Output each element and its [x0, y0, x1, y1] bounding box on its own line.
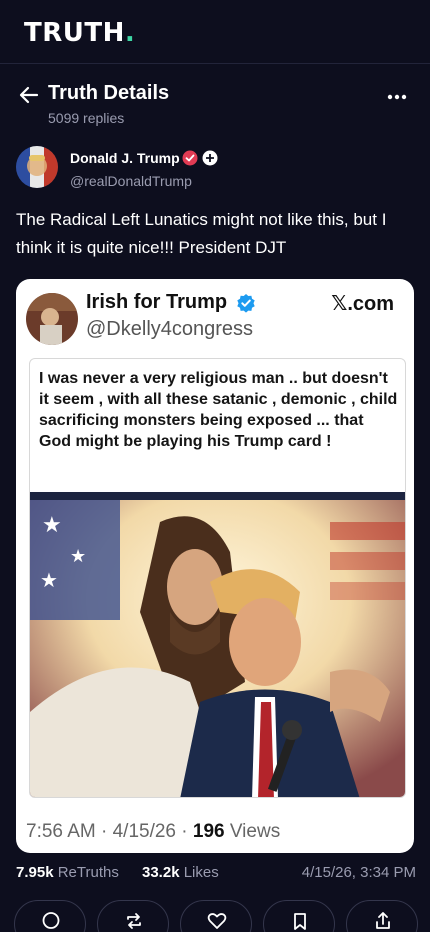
bookmark-icon: [294, 913, 306, 930]
post-author[interactable]: Donald J. Trump @realDonaldTrump: [16, 146, 416, 192]
embed-meta: 7:56 AM · 4/15/26 · 196 Views: [26, 821, 281, 842]
author-handle[interactable]: @realDonaldTrump: [70, 173, 192, 189]
truth-logo[interactable]: TRUTH.: [24, 18, 135, 48]
page-title: Truth Details: [48, 82, 170, 104]
top-bar: TRUTH.: [0, 0, 430, 64]
embed-name: Irish for Trump: [86, 291, 228, 313]
bookmark-button[interactable]: [263, 900, 335, 932]
replies-count: 5099 replies: [48, 110, 125, 126]
svg-text:★: ★: [40, 570, 58, 592]
share-button[interactable]: [346, 900, 418, 932]
retruth-button[interactable]: [97, 900, 169, 932]
more-horizontal-icon[interactable]: [386, 86, 408, 108]
post-stats: 7.95k ReTruths 33.2k Likes 4/15/26, 3:34…: [16, 864, 416, 884]
plus-badge-icon: [202, 150, 218, 166]
post-text: The Radical Left Lunatics might not like…: [16, 210, 387, 257]
embed-handle: @Dkelly4congress: [86, 318, 254, 340]
svg-text:★: ★: [42, 512, 62, 537]
page-header: Truth Details 5099 replies: [0, 78, 430, 128]
arrow-left-icon[interactable]: [18, 84, 40, 106]
post-timestamp: 4/15/26, 3:34 PM: [301, 864, 416, 881]
retruths-stat[interactable]: 7.95k ReTruths: [16, 864, 119, 881]
svg-text:★: ★: [70, 546, 86, 566]
reply-icon: [42, 912, 60, 929]
author-name[interactable]: Donald J. Trump: [70, 150, 180, 166]
meme-image[interactable]: I was never a very religious man .. but …: [29, 358, 406, 798]
action-bar: [14, 900, 418, 932]
embedded-post-card[interactable]: Irish for Trump @Dkelly4congress 𝕏.com I…: [16, 279, 414, 853]
meme-artwork: ★ ★ ★: [30, 492, 405, 797]
like-icon: [207, 913, 227, 929]
meme-text: I was never a very religious man .. but …: [39, 370, 398, 450]
reply-button[interactable]: [14, 900, 86, 932]
like-button[interactable]: [180, 900, 252, 932]
avatar[interactable]: [16, 146, 58, 188]
embed-avatar: [26, 293, 78, 345]
share-icon: [376, 912, 390, 929]
verified-badge-icon: [182, 150, 198, 166]
x-com-source: 𝕏.com: [331, 291, 394, 315]
verified-badge-icon: [237, 294, 255, 313]
retruth-icon: [127, 913, 141, 929]
likes-stat[interactable]: 33.2k Likes: [142, 864, 219, 881]
